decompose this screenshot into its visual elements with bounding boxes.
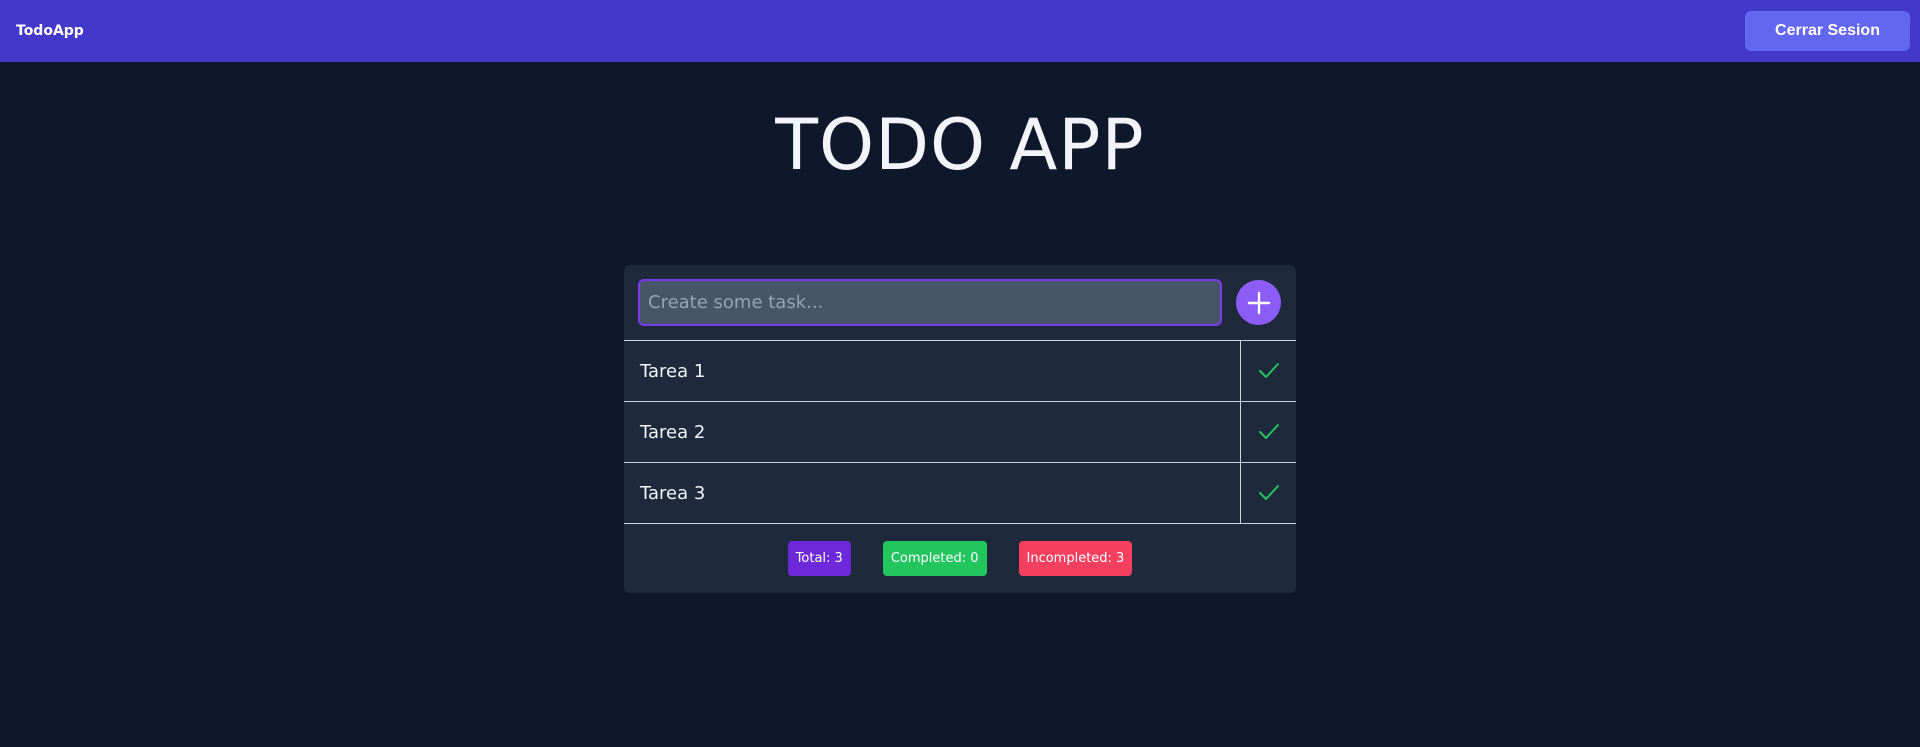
brand-logo-text[interactable]: TodoApp <box>16 23 84 39</box>
plus-icon <box>1247 291 1270 314</box>
task-label: Tarea 3 <box>640 482 706 504</box>
task-row: Tarea 1 <box>624 341 1296 402</box>
total-badge: Total: 3 <box>787 540 851 576</box>
complete-task-button[interactable] <box>1240 341 1296 401</box>
page-title: TODO APP <box>775 104 1145 186</box>
complete-task-button[interactable] <box>1240 463 1296 523</box>
navbar: TodoApp Cerrar Sesion <box>0 0 1920 62</box>
add-task-button[interactable] <box>1236 280 1281 325</box>
task-input[interactable] <box>638 279 1222 326</box>
completed-badge: Completed: 0 <box>882 540 987 576</box>
task-label: Tarea 2 <box>640 421 706 443</box>
todo-card: Tarea 1 Tarea 2 Tarea 3 Total: 3 Complet… <box>624 265 1296 593</box>
check-icon <box>1258 363 1279 378</box>
logout-button[interactable]: Cerrar Sesion <box>1745 11 1910 51</box>
task-stats: Total: 3 Completed: 0 Incompleted: 3 <box>624 524 1296 592</box>
task-row: Tarea 3 <box>624 463 1296 524</box>
check-icon <box>1258 485 1279 500</box>
task-form <box>624 265 1296 341</box>
incompleted-badge: Incompleted: 3 <box>1018 540 1133 576</box>
task-label: Tarea 1 <box>640 360 706 382</box>
check-icon <box>1258 424 1279 439</box>
complete-task-button[interactable] <box>1240 402 1296 462</box>
task-row: Tarea 2 <box>624 402 1296 463</box>
